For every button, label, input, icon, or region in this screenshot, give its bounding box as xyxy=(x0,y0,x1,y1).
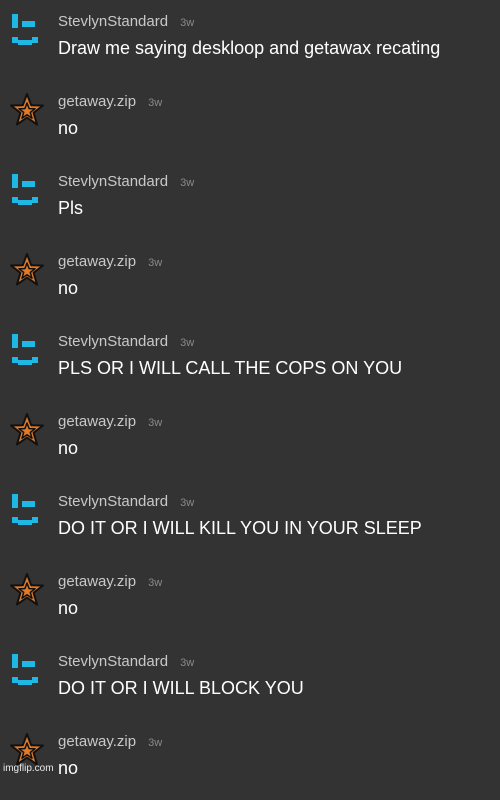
smiley-face-icon xyxy=(12,334,38,365)
message-item: StevlynStandard 3w Draw me saying deskloo… xyxy=(0,0,500,80)
star-icon xyxy=(10,573,44,606)
timestamp: 3w xyxy=(180,177,195,189)
timestamp: 3w xyxy=(148,257,163,269)
message-text: PLS OR I WILL CALL THE COPS ON YOU xyxy=(58,358,403,378)
username[interactable]: getaway.zip xyxy=(58,93,136,110)
avatar[interactable] xyxy=(9,572,45,608)
smiley-face-icon xyxy=(12,174,38,205)
star-icon xyxy=(10,253,44,286)
message-header: getaway.zip 3w xyxy=(58,573,162,591)
message-header: StevlynStandard 3w xyxy=(58,173,194,191)
message-text: no xyxy=(58,278,79,298)
message-feed: StevlynStandard 3w Draw me saying deskloo… xyxy=(0,0,500,778)
username[interactable]: StevlynStandard xyxy=(58,493,168,510)
timestamp: 3w xyxy=(180,497,195,509)
timestamp: 3w xyxy=(148,737,163,749)
timestamp: 3w xyxy=(180,337,195,349)
username[interactable]: getaway.zip xyxy=(58,253,136,270)
message-header: StevlynStandard 3w xyxy=(58,493,194,511)
star-icon xyxy=(10,93,44,126)
username[interactable]: getaway.zip xyxy=(58,413,136,430)
message-text: no xyxy=(58,438,79,458)
message-text: Draw me saying deskloop and getawax reca… xyxy=(58,38,441,58)
star-icon xyxy=(10,413,44,446)
message-header: getaway.zip 3w xyxy=(58,733,162,751)
message-item: StevlynStandard 3w Pls xyxy=(0,160,500,240)
username[interactable]: getaway.zip xyxy=(58,733,136,750)
smiley-face-icon xyxy=(12,494,38,525)
avatar[interactable] xyxy=(9,492,45,528)
avatar[interactable] xyxy=(9,652,45,688)
username[interactable]: StevlynStandard xyxy=(58,653,168,670)
timestamp: 3w xyxy=(148,577,163,589)
avatar[interactable] xyxy=(9,92,45,128)
avatar[interactable] xyxy=(9,412,45,448)
message-item: getaway.zip 3w no xyxy=(0,720,500,800)
imgflip-watermark: imgflip.com xyxy=(3,763,54,774)
message-item: StevlynStandard 3w DO IT OR I WILL BLOCK … xyxy=(0,640,500,720)
message-header: getaway.zip 3w xyxy=(58,253,162,271)
message-item: StevlynStandard 3w DO IT OR I WILL KILL Y… xyxy=(0,480,500,560)
username[interactable]: getaway.zip xyxy=(58,573,136,590)
username[interactable]: StevlynStandard xyxy=(58,13,168,30)
message-text: Pls xyxy=(58,198,84,218)
timestamp: 3w xyxy=(180,17,195,29)
timestamp: 3w xyxy=(148,97,163,109)
message-item: getaway.zip 3w no xyxy=(0,400,500,480)
message-header: StevlynStandard 3w xyxy=(58,653,194,671)
message-item: getaway.zip 3w no xyxy=(0,80,500,160)
message-item: StevlynStandard 3w PLS OR I WILL CALL THE… xyxy=(0,320,500,400)
avatar[interactable] xyxy=(9,332,45,368)
message-text: DO IT OR I WILL BLOCK YOU xyxy=(58,678,304,698)
smiley-face-icon xyxy=(12,14,38,45)
message-header: StevlynStandard 3w xyxy=(58,333,194,351)
message-item: getaway.zip 3w no xyxy=(0,560,500,640)
message-header: getaway.zip 3w xyxy=(58,413,162,431)
message-text: no xyxy=(58,118,79,138)
message-text: no xyxy=(58,598,79,618)
message-text: no xyxy=(58,758,79,778)
avatar[interactable] xyxy=(9,12,45,48)
message-header: getaway.zip 3w xyxy=(58,93,162,111)
timestamp: 3w xyxy=(148,417,163,429)
message-text: DO IT OR I WILL KILL YOU IN YOUR SLEEP xyxy=(58,518,422,538)
avatar[interactable] xyxy=(9,172,45,208)
avatar[interactable] xyxy=(9,252,45,288)
smiley-face-icon xyxy=(12,654,38,685)
username[interactable]: StevlynStandard xyxy=(58,173,168,190)
message-header: StevlynStandard 3w xyxy=(58,13,194,31)
message-item: getaway.zip 3w no xyxy=(0,240,500,320)
username[interactable]: StevlynStandard xyxy=(58,333,168,350)
timestamp: 3w xyxy=(180,657,195,669)
